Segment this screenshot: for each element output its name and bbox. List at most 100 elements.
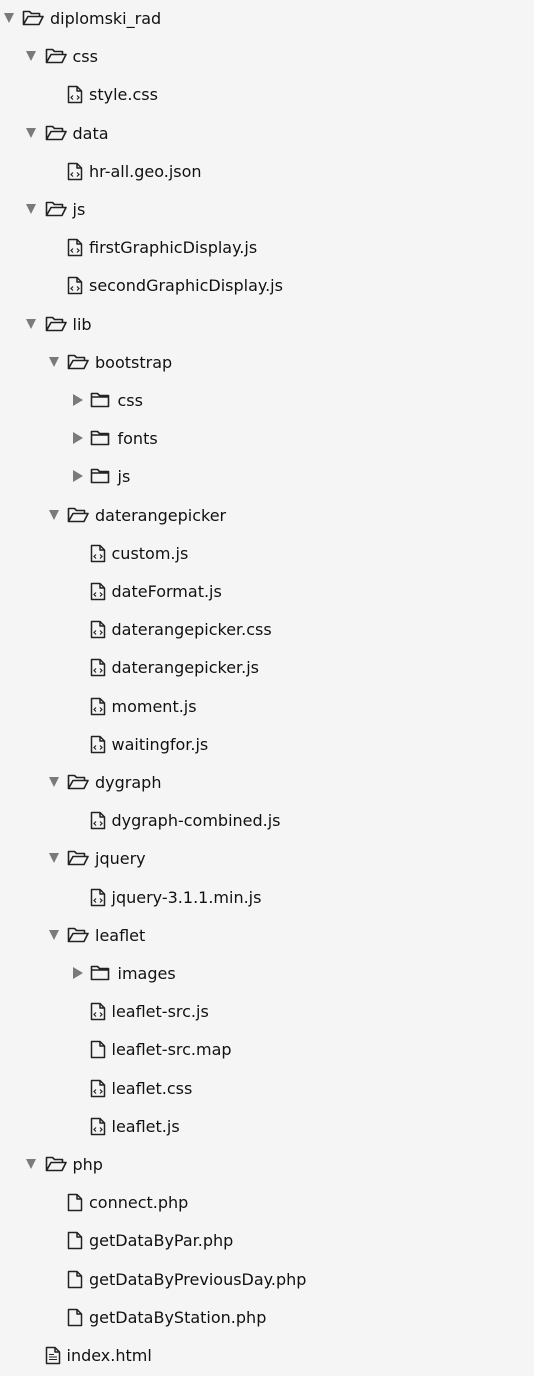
expand-arrow-down-icon[interactable]	[48, 853, 59, 864]
expand-arrow-right-icon[interactable]	[72, 432, 83, 445]
tree-folder-row[interactable]: images	[0, 955, 534, 993]
open-folder-icon	[45, 1155, 67, 1177]
code-file-icon	[90, 811, 106, 834]
code-file-icon	[90, 1079, 106, 1102]
tree-file-row[interactable]: firstGraphicDisplay.js	[0, 229, 534, 267]
file-label: connect.php	[89, 1193, 189, 1213]
tree-file-row[interactable]: leaflet.js	[0, 1108, 534, 1146]
file-label: hr-all.geo.json	[89, 161, 202, 181]
open-folder-icon	[45, 124, 67, 146]
tree-file-row[interactable]: getDataByStation.php	[0, 1299, 534, 1337]
code-file-icon	[90, 544, 106, 567]
code-file-icon	[90, 735, 106, 758]
code-file-icon	[67, 276, 83, 299]
expand-arrow-down-icon[interactable]	[26, 204, 36, 214]
open-folder-icon	[22, 9, 44, 31]
open-folder-icon	[67, 773, 89, 795]
open-folder-icon	[45, 315, 67, 337]
file-label: getDataByStation.php	[89, 1307, 267, 1327]
file-label: firstGraphicDisplay.js	[89, 238, 258, 258]
code-file-icon	[90, 658, 106, 681]
tree-file-row[interactable]: style.css	[0, 76, 534, 114]
tree-folder-row[interactable]: js	[0, 458, 534, 496]
expand-arrow-down-icon[interactable]	[26, 318, 36, 329]
folder-label: fonts	[117, 429, 158, 449]
file-label: getDataByPreviousDay.php	[89, 1269, 307, 1289]
blank-file-icon	[67, 1231, 83, 1254]
folder-label: js	[117, 467, 131, 487]
tree-folder-row[interactable]: php	[0, 1146, 534, 1184]
tree-folder-row[interactable]: leaflet	[0, 917, 534, 955]
tree-folder-row[interactable]: css	[0, 38, 534, 76]
code-file-icon	[90, 582, 106, 605]
file-label: index.html	[66, 1346, 152, 1365]
file-label: moment.js	[111, 696, 197, 716]
tree-file-row[interactable]: dateFormat.js	[0, 573, 534, 611]
tree-folder-row[interactable]: diplomski_rad	[0, 0, 534, 38]
expand-arrow-right-icon[interactable]	[72, 967, 83, 979]
tree-file-row[interactable]: hr-all.geo.json	[0, 153, 534, 191]
tree-file-row[interactable]: moment.js	[0, 688, 534, 726]
tree-file-row[interactable]: connect.php	[0, 1184, 534, 1222]
tree-folder-row[interactable]: daterangepicker	[0, 497, 534, 535]
tree-folder-row[interactable]: lib	[0, 306, 534, 344]
tree-folder-row[interactable]: fonts	[0, 420, 534, 458]
folder-label: data	[72, 123, 109, 143]
folder-label: images	[117, 964, 176, 983]
expand-arrow-down-icon[interactable]	[48, 777, 59, 787]
expand-arrow-down-icon[interactable]	[48, 929, 59, 940]
tree-file-row[interactable]: getDataByPreviousDay.php	[0, 1261, 534, 1299]
file-label: leaflet-src.map	[111, 1040, 232, 1060]
folder-label: js	[72, 200, 86, 219]
file-label: jquery-3.1.1.min.js	[111, 887, 262, 907]
expand-arrow-down-icon[interactable]	[48, 356, 59, 367]
folder-label: php	[72, 1155, 103, 1174]
tree-file-row[interactable]: daterangepicker.css	[0, 611, 534, 649]
open-folder-icon	[67, 353, 89, 375]
expand-arrow-down-icon[interactable]	[26, 1159, 36, 1169]
tree-file-row[interactable]: leaflet-src.js	[0, 993, 534, 1031]
file-label: daterangepicker.css	[111, 620, 272, 640]
tree-folder-row[interactable]: jquery	[0, 840, 534, 878]
blank-file-icon	[90, 1040, 106, 1063]
tree-file-row[interactable]: custom.js	[0, 535, 534, 573]
open-folder-icon	[45, 200, 67, 222]
open-folder-icon	[67, 926, 89, 948]
folder-label: dygraph	[95, 773, 162, 792]
tree-file-row[interactable]: leaflet-src.map	[0, 1031, 534, 1069]
folder-label: css	[72, 47, 98, 67]
tree-file-row[interactable]: leaflet.css	[0, 1070, 534, 1108]
expand-arrow-right-icon[interactable]	[72, 470, 83, 483]
open-folder-icon	[45, 47, 67, 69]
tree-folder-row[interactable]: css	[0, 382, 534, 420]
file-label: style.css	[89, 85, 158, 105]
blank-file-icon	[67, 1308, 83, 1331]
folder-label: leaflet	[95, 925, 146, 945]
tree-file-row[interactable]: waitingfor.js	[0, 726, 534, 764]
file-label: leaflet-src.js	[111, 1002, 209, 1022]
expand-arrow-down-icon[interactable]	[48, 509, 59, 520]
expand-arrow-down-icon[interactable]	[3, 13, 14, 23]
expand-arrow-right-icon[interactable]	[72, 394, 83, 406]
tree-file-row[interactable]: jquery-3.1.1.min.js	[0, 879, 534, 917]
tree-file-row[interactable]: daterangepicker.js	[0, 649, 534, 687]
expand-arrow-down-icon[interactable]	[26, 51, 36, 62]
tree-folder-row[interactable]: js	[0, 191, 534, 229]
markup-file-icon	[45, 1346, 61, 1369]
folder-icon	[90, 391, 110, 413]
open-folder-icon	[67, 849, 89, 871]
tree-file-row[interactable]: index.html	[0, 1337, 534, 1375]
tree-file-row[interactable]: getDataByPar.php	[0, 1222, 534, 1260]
tree-folder-row[interactable]: data	[0, 115, 534, 153]
folder-icon	[90, 467, 110, 489]
code-file-icon	[67, 162, 83, 185]
blank-file-icon	[67, 1193, 83, 1216]
tree-folder-row[interactable]: dygraph	[0, 764, 534, 802]
expand-arrow-down-icon[interactable]	[26, 127, 36, 138]
tree-folder-row[interactable]: bootstrap	[0, 344, 534, 382]
file-label: dygraph-combined.js	[111, 811, 281, 831]
folder-label: daterangepicker	[95, 505, 227, 525]
tree-file-row[interactable]: secondGraphicDisplay.js	[0, 267, 534, 305]
folder-label: bootstrap	[95, 352, 173, 372]
tree-file-row[interactable]: dygraph-combined.js	[0, 802, 534, 840]
